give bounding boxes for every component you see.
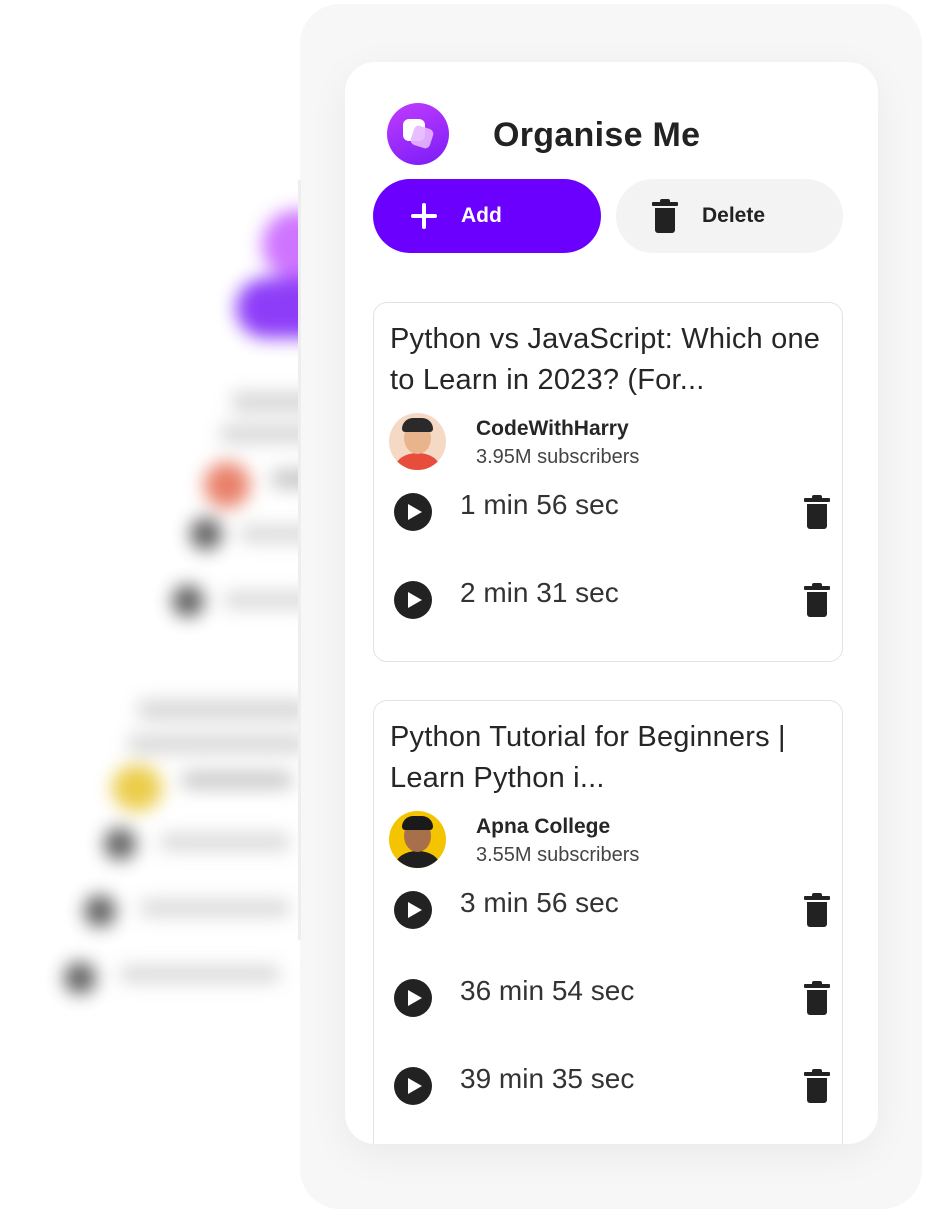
ghost-play-icon: [104, 828, 136, 860]
play-icon[interactable]: [394, 581, 432, 619]
clip-duration: 39 min 35 sec: [460, 1063, 635, 1094]
organise-me-logo-icon: [387, 103, 449, 165]
ghost-play-icon: [190, 518, 222, 550]
ghost-play-icon: [172, 585, 204, 617]
play-icon[interactable]: [394, 493, 432, 531]
play-icon[interactable]: [394, 1067, 432, 1105]
logo-square-overlay: [409, 124, 435, 150]
channel-name[interactable]: CodeWithHarry: [476, 417, 629, 441]
organiser-panel: Organise Me Add Delete Python vs JavaScr…: [345, 62, 878, 1144]
ghost-avatar: [112, 765, 162, 811]
clip-duration: 36 min 54 sec: [460, 975, 635, 1006]
ghost-text: [138, 700, 308, 720]
video-title[interactable]: Python Tutorial for Beginners | Learn Py…: [390, 717, 830, 799]
add-button[interactable]: Add: [373, 179, 601, 253]
ghost-text: [128, 735, 308, 753]
trash-icon[interactable]: [804, 495, 830, 529]
app-title: Organise Me: [493, 116, 701, 154]
channel-name[interactable]: Apna College: [476, 815, 610, 839]
add-button-label: Add: [461, 204, 502, 227]
subscriber-count: 3.55M subscribers: [476, 844, 640, 866]
trash-icon[interactable]: [804, 981, 830, 1015]
clip-row: 39 min 35 sec: [390, 1063, 830, 1107]
clip-row: 36 min 54 sec: [390, 975, 830, 1019]
playlist-card: Python vs JavaScript: Which one to Learn…: [373, 302, 843, 662]
clip-duration: 3 min 56 sec: [460, 887, 619, 918]
ghost-text: [140, 900, 290, 916]
ghost-avatar: [204, 462, 250, 508]
trash-icon[interactable]: [804, 583, 830, 617]
ghost-text: [182, 772, 292, 788]
ghost-play-icon: [84, 895, 116, 927]
delete-button[interactable]: Delete: [616, 179, 843, 253]
ghost-text: [160, 834, 290, 850]
play-icon[interactable]: [394, 891, 432, 929]
plus-icon: [411, 203, 437, 229]
ghost-text: [120, 966, 280, 982]
frame-edge: [298, 180, 301, 940]
clip-row: 1 min 56 sec: [390, 489, 830, 533]
clip-row: 2 min 31 sec: [390, 577, 830, 621]
clip-duration: 2 min 31 sec: [460, 577, 619, 608]
video-title[interactable]: Python vs JavaScript: Which one to Learn…: [390, 319, 830, 401]
play-icon[interactable]: [394, 979, 432, 1017]
trash-icon: [652, 199, 678, 233]
subscriber-count: 3.95M subscribers: [476, 446, 640, 468]
delete-button-label: Delete: [702, 204, 766, 227]
ghost-play-icon: [64, 962, 96, 994]
clip-row: 3 min 56 sec: [390, 887, 830, 931]
trash-icon[interactable]: [804, 893, 830, 927]
channel-avatar[interactable]: [389, 811, 446, 868]
clip-duration: 1 min 56 sec: [460, 489, 619, 520]
playlist-card: Python Tutorial for Beginners | Learn Py…: [373, 700, 843, 1144]
trash-icon[interactable]: [804, 1069, 830, 1103]
channel-avatar[interactable]: [389, 413, 446, 470]
